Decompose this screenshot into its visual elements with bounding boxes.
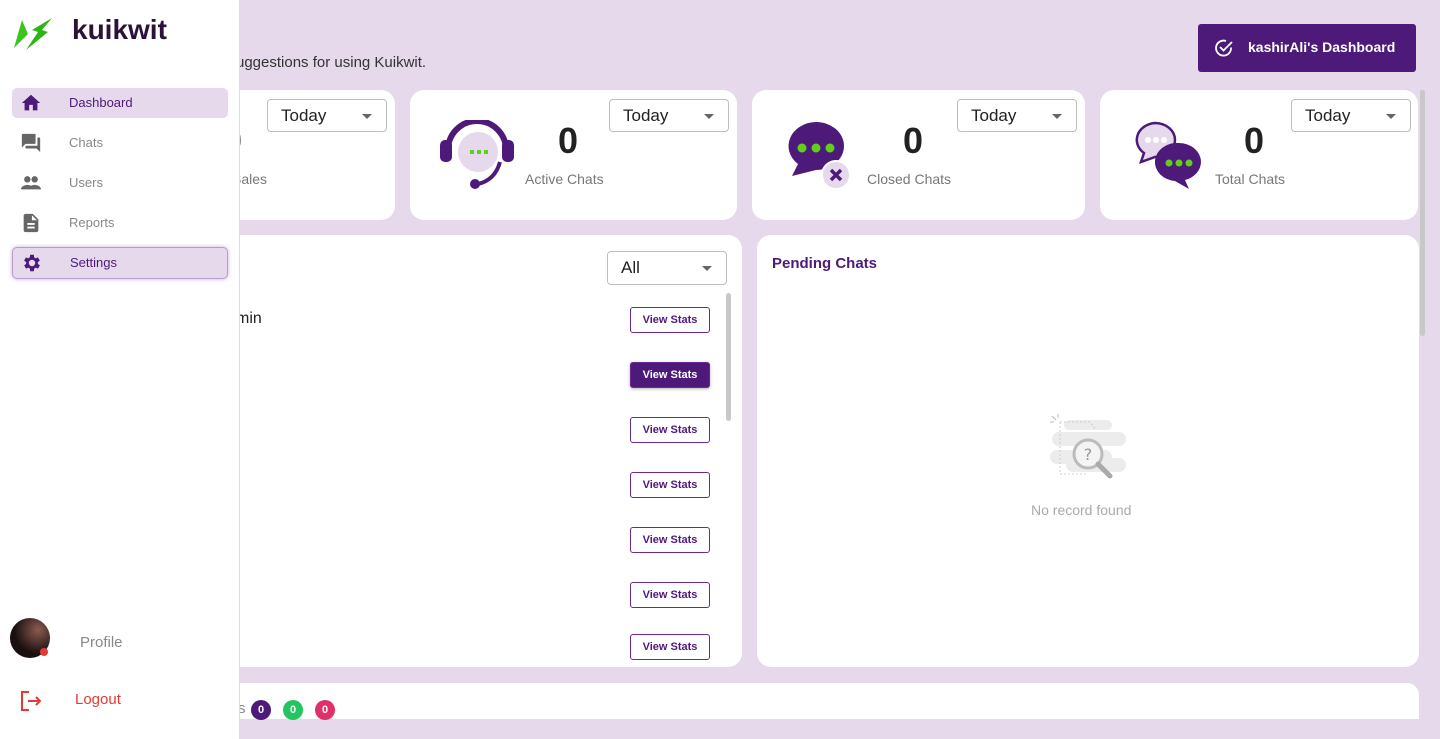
svg-text:?: ?	[1084, 445, 1093, 464]
sidebar-item-users[interactable]: Users	[12, 168, 228, 198]
view-stats-button[interactable]: View Stats	[630, 527, 710, 553]
users-icon	[20, 176, 42, 190]
agent-filter-select[interactable]: All	[607, 251, 727, 285]
view-stats-button[interactable]: View Stats	[630, 472, 710, 498]
count-badge: 0	[283, 700, 303, 720]
period-select[interactable]: Today	[267, 99, 387, 132]
dashboard-button-label: kashirAli's Dashboard	[1248, 39, 1396, 55]
view-stats-button[interactable]: View Stats	[630, 582, 710, 608]
view-stats-button[interactable]: View Stats	[630, 417, 710, 443]
page-scrollbar[interactable]	[1420, 90, 1425, 336]
sidebar-item-label: Dashboard	[69, 95, 133, 110]
total-chats-icon	[1135, 121, 1201, 189]
period-select[interactable]: Today	[957, 99, 1077, 132]
stat-value: 0	[558, 120, 579, 161]
document-icon	[23, 213, 39, 233]
no-record-text: No record found	[1031, 502, 1132, 518]
stat-label: Total Chats	[1215, 171, 1286, 187]
dashboard-button[interactable]: kashirAli's Dashboard	[1198, 24, 1416, 72]
page-subtitle: uggestions for using Kuikwit.	[236, 54, 427, 71]
view-stats-button[interactable]: View Stats	[630, 362, 710, 388]
logout-link[interactable]: Logout	[75, 691, 121, 708]
pending-chats-title: Pending Chats	[772, 255, 878, 272]
profile-link[interactable]: Profile	[80, 634, 123, 651]
headset-chat-icon	[440, 120, 514, 189]
sidebar-item-reports[interactable]: Reports	[12, 208, 228, 238]
stat-value: 0	[903, 120, 924, 161]
stat-value: 0	[1244, 120, 1265, 161]
view-stats-button[interactable]: View Stats	[630, 634, 710, 660]
stat-label: Active Chats	[525, 171, 604, 187]
period-select[interactable]: Today	[609, 99, 729, 132]
check-circle-icon	[1215, 39, 1233, 57]
sidebar-item-label: Reports	[69, 215, 115, 230]
chats-icon	[21, 133, 41, 153]
brand-name: kuikwit	[72, 14, 167, 45]
stat-label: Closed Chats	[867, 171, 952, 187]
sidebar-item-label: Settings	[70, 255, 117, 270]
view-stats-button[interactable]: View Stats	[630, 307, 710, 333]
sidebar-item-chats[interactable]: Chats	[12, 128, 228, 158]
closed-chat-icon	[788, 122, 851, 190]
no-record-icon: ?	[1050, 414, 1126, 479]
logout-icon[interactable]	[20, 690, 42, 712]
period-select[interactable]: Today	[1291, 99, 1411, 132]
agents-scrollbar[interactable]	[726, 293, 731, 421]
status-dot	[40, 648, 48, 656]
gear-icon	[24, 254, 40, 272]
sidebar-item-settings[interactable]: Settings	[12, 247, 228, 279]
count-badge: 0	[251, 700, 271, 720]
sidebar-item-label: Chats	[69, 135, 103, 150]
sidebar: kuikwit Dashboard Chats Users Reports Se…	[0, 0, 240, 739]
count-badge: 0	[315, 700, 335, 720]
sidebar-item-dashboard[interactable]: Dashboard	[12, 88, 228, 118]
logo-icon	[14, 18, 52, 50]
home-icon	[21, 94, 41, 111]
sidebar-item-label: Users	[69, 175, 103, 190]
